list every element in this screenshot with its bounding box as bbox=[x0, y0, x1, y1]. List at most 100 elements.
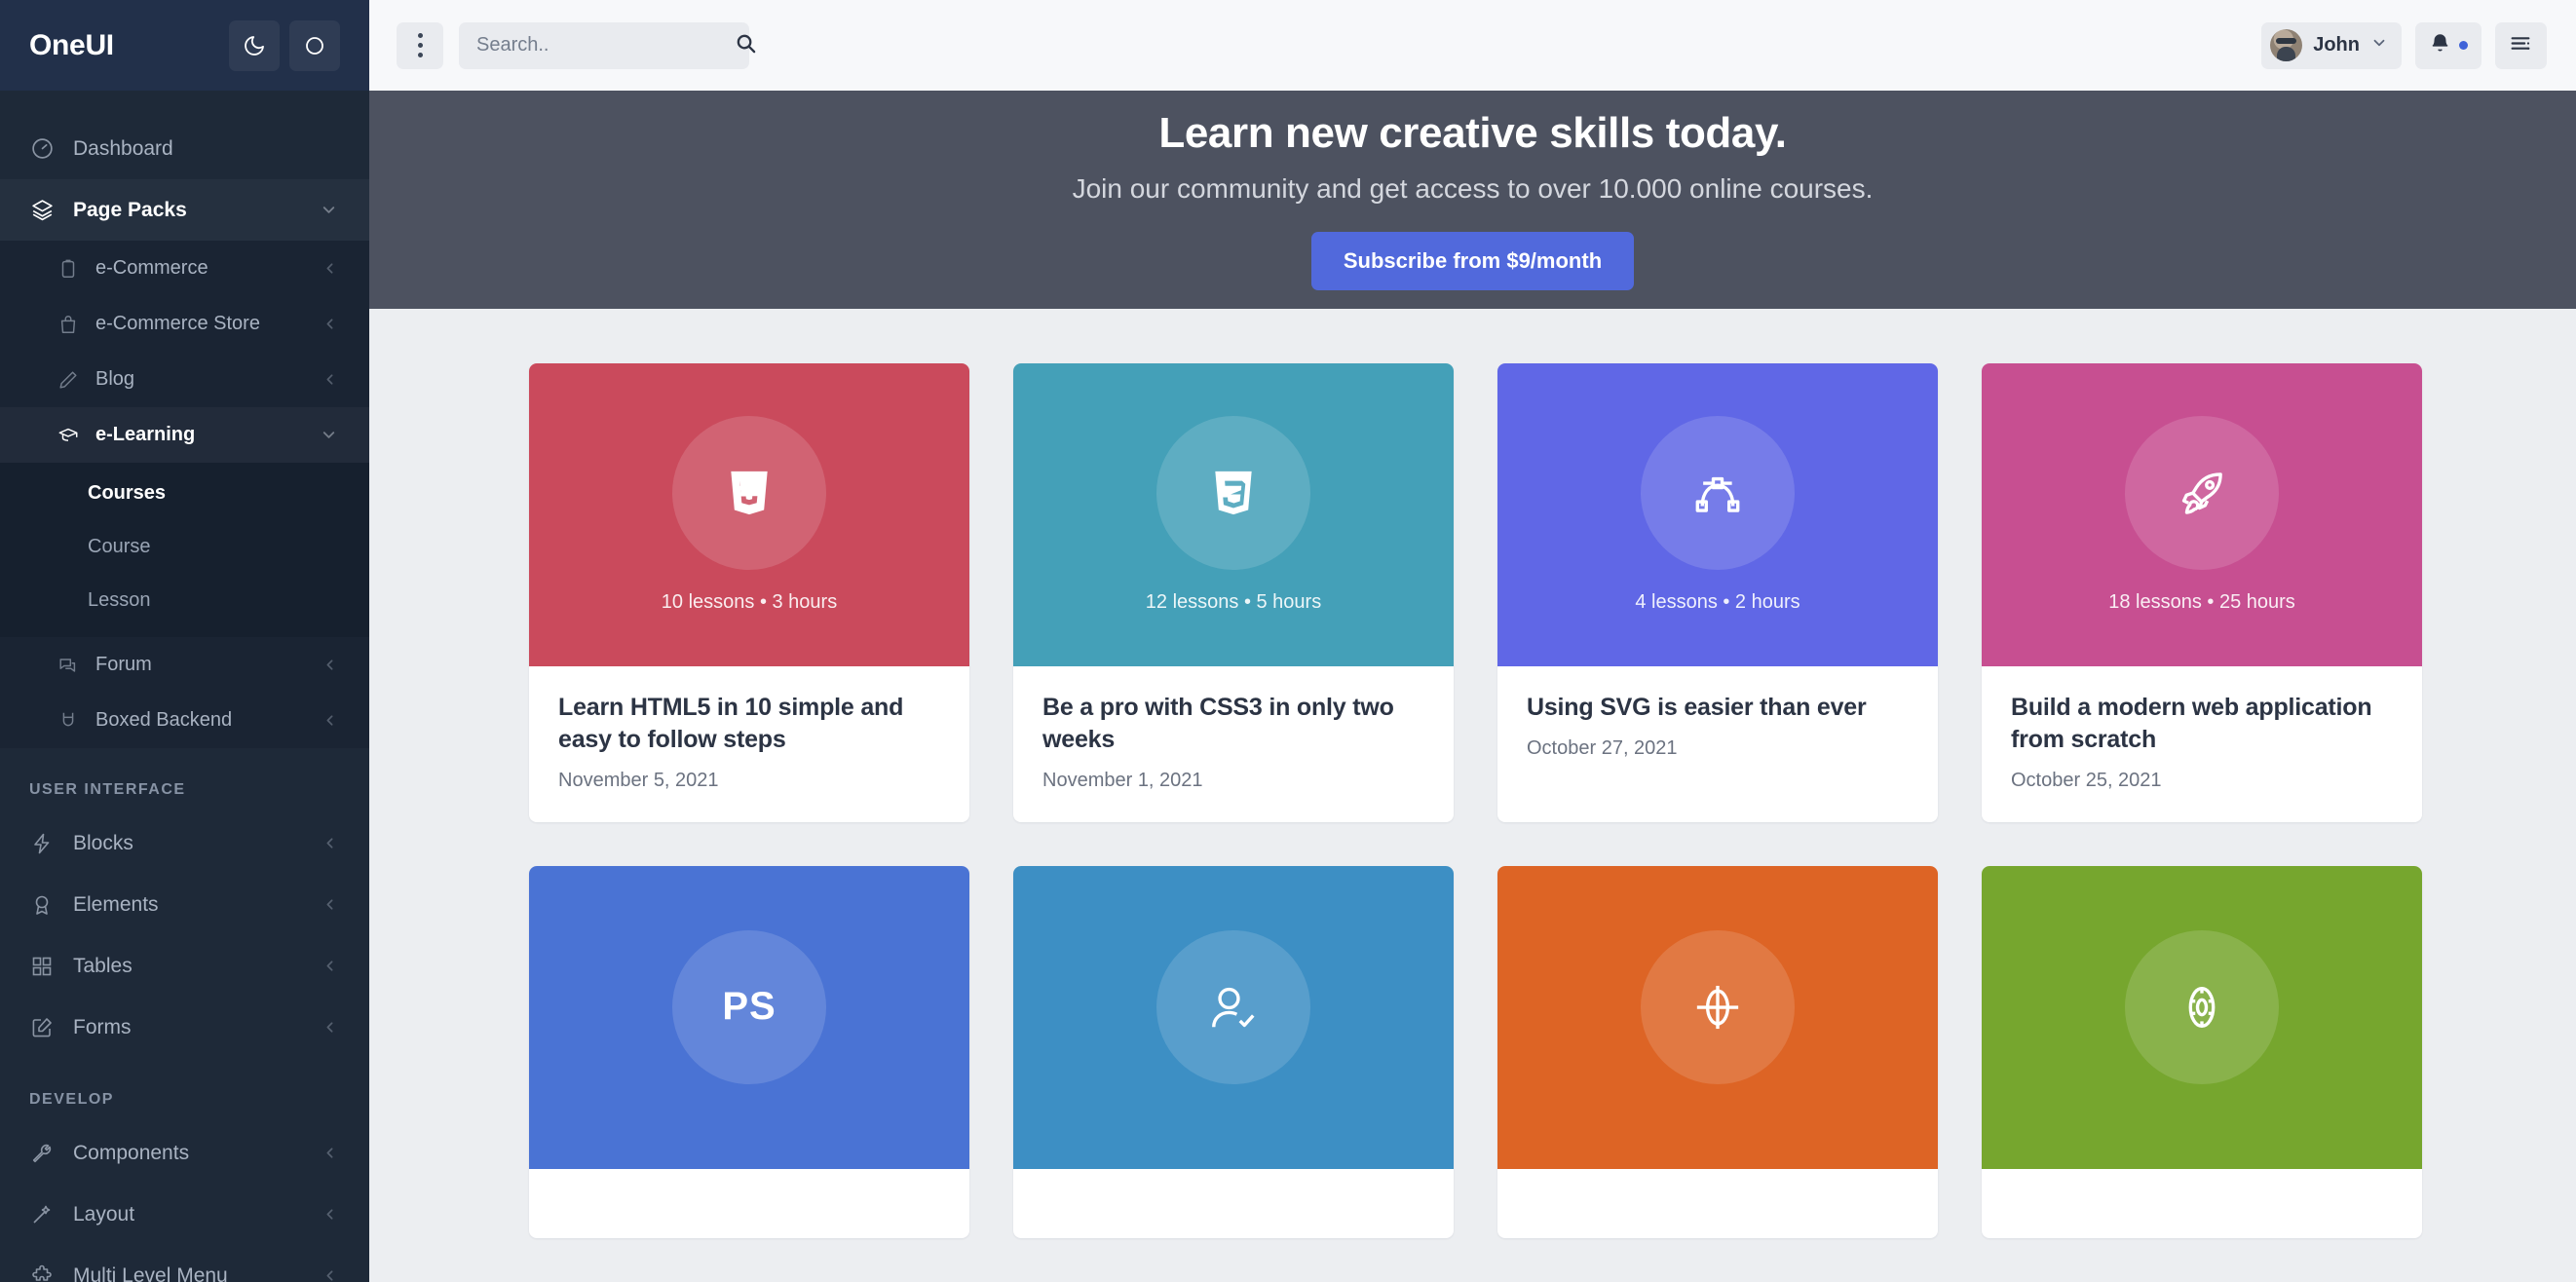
avatar bbox=[2270, 29, 2303, 61]
course-date: October 27, 2021 bbox=[1527, 737, 1678, 759]
course-card[interactable]: 4 lessons • 2 hours Using SVG is easier … bbox=[1497, 363, 1938, 822]
graduation-cap-icon bbox=[57, 424, 79, 446]
sidebar-item-lesson[interactable]: Lesson bbox=[0, 574, 369, 627]
puzzle-icon bbox=[29, 1263, 55, 1282]
course-card-media bbox=[1982, 866, 2422, 1169]
course-card-body: Be a pro with CSS3 in only two weeks Nov… bbox=[1013, 666, 1454, 822]
moon-icon bbox=[243, 34, 266, 57]
sidebar-item-elements[interactable]: Elements bbox=[0, 874, 369, 935]
css3-shield-icon bbox=[1206, 466, 1261, 520]
chevron-left-icon bbox=[322, 835, 338, 851]
course-icon-badge: PS bbox=[672, 929, 826, 1084]
hero-banner: Learn new creative skills today. Join ou… bbox=[369, 91, 2576, 309]
kebab-icon bbox=[417, 31, 423, 60]
sidebar: OneUI Dashboard Page Packs e-Commerce e-… bbox=[0, 0, 369, 1282]
sidebar-section-develop: DEVELOP bbox=[29, 1091, 114, 1108]
course-meta: 4 lessons • 2 hours bbox=[1635, 591, 1800, 613]
sidebar-item-multi-level-menu[interactable]: Multi Level Menu bbox=[0, 1245, 369, 1282]
course-title: Be a pro with CSS3 in only two weeks bbox=[1042, 694, 1394, 753]
sidebar-item-dashboard[interactable]: Dashboard bbox=[0, 118, 369, 179]
course-card[interactable]: 12 lessons • 5 hours Be a pro with CSS3 … bbox=[1013, 363, 1454, 822]
sidebar-item-label: Blocks bbox=[73, 831, 133, 854]
sidebar-item-label: Lesson bbox=[88, 589, 151, 611]
sidebar-item-e-commerce-store[interactable]: e-Commerce Store bbox=[0, 296, 369, 352]
course-card-body: Build a modern web application from scra… bbox=[1982, 666, 2422, 822]
course-meta: 10 lessons • 3 hours bbox=[661, 591, 838, 613]
sidebar-item-label: e-Commerce Store bbox=[95, 313, 260, 334]
clipboard-icon bbox=[57, 257, 79, 280]
grid-icon bbox=[29, 954, 55, 979]
chevron-left-icon bbox=[322, 371, 338, 388]
sidebar-item-page-packs[interactable]: Page Packs bbox=[0, 179, 369, 241]
user-check-icon bbox=[1207, 981, 1260, 1034]
course-card-body: Using SVG is easier than ever October 27… bbox=[1497, 666, 1938, 790]
sidebar-item-label: Boxed Backend bbox=[95, 709, 233, 731]
search-icon[interactable] bbox=[735, 32, 757, 59]
subscribe-button[interactable]: Subscribe from $9/month bbox=[1310, 232, 1635, 290]
course-icon-badge bbox=[1156, 416, 1310, 570]
sidebar-header: OneUI bbox=[0, 0, 369, 91]
course-card-media bbox=[1497, 866, 1938, 1169]
course-card[interactable] bbox=[1013, 866, 1454, 1238]
magnet-icon bbox=[57, 709, 79, 732]
course-card[interactable] bbox=[1497, 866, 1938, 1238]
course-card-body bbox=[1497, 1169, 1938, 1238]
wrench-icon bbox=[29, 1141, 55, 1166]
course-card-media: 18 lessons • 25 hours bbox=[1982, 363, 2422, 666]
course-card[interactable]: PS bbox=[529, 866, 969, 1238]
course-icon-badge bbox=[2125, 416, 2279, 570]
sidebar-item-label: Multi Level Menu bbox=[73, 1263, 228, 1282]
side-overlay-button[interactable] bbox=[2495, 21, 2547, 69]
sidebar-item-tables[interactable]: Tables bbox=[0, 935, 369, 997]
lifebuoy-icon bbox=[2176, 981, 2228, 1034]
course-card-body bbox=[529, 1169, 969, 1238]
notification-badge bbox=[2459, 41, 2468, 50]
sidebar-item-e-learning[interactable]: e-Learning bbox=[0, 407, 369, 463]
bolt-icon bbox=[29, 831, 55, 856]
speedometer-icon bbox=[29, 136, 55, 162]
sidebar-item-components[interactable]: Components bbox=[0, 1122, 369, 1184]
sidebar-item-forum[interactable]: Forum bbox=[0, 637, 369, 693]
chevron-left-icon bbox=[322, 712, 338, 729]
chat-bubbles-icon bbox=[57, 654, 79, 676]
sidebar-item-blog[interactable]: Blog bbox=[0, 352, 369, 407]
sidebar-item-blocks[interactable]: Blocks bbox=[0, 812, 369, 874]
sidebar-item-label: e-Commerce bbox=[95, 257, 208, 279]
chevron-left-icon bbox=[322, 260, 338, 277]
photoshop-icon: PS bbox=[722, 985, 777, 1028]
sidebar-item-course[interactable]: Course bbox=[0, 520, 369, 574]
sidebar-item-label: Blog bbox=[95, 368, 135, 390]
top-bar: John bbox=[369, 0, 2576, 91]
sidebar-item-courses[interactable]: Courses bbox=[0, 467, 369, 520]
search-input[interactable] bbox=[476, 34, 735, 57]
chevron-left-icon bbox=[322, 1145, 338, 1161]
course-meta: 18 lessons • 25 hours bbox=[2108, 591, 2295, 613]
sidebar-item-forms[interactable]: Forms bbox=[0, 997, 369, 1058]
magic-wand-icon bbox=[29, 1202, 55, 1227]
search-box[interactable] bbox=[459, 21, 756, 69]
brand-logo[interactable]: OneUI bbox=[29, 29, 219, 62]
sidebar-nav: Dashboard Page Packs e-Commerce e-Commer… bbox=[0, 91, 369, 1282]
bag-icon bbox=[57, 313, 79, 335]
user-name: John bbox=[2313, 34, 2360, 56]
course-card[interactable]: 18 lessons • 25 hours Build a modern web… bbox=[1982, 363, 2422, 822]
theme-color-toggle[interactable] bbox=[289, 19, 340, 71]
sidebar-item-e-commerce[interactable]: e-Commerce bbox=[0, 241, 369, 296]
course-date: November 1, 2021 bbox=[1042, 770, 1203, 791]
course-icon-badge bbox=[2125, 929, 2279, 1084]
course-card-body bbox=[1013, 1169, 1454, 1238]
notifications-button[interactable] bbox=[2415, 21, 2481, 69]
sidebar-item-label: Elements bbox=[73, 892, 159, 916]
sidebar-item-label: e-Learning bbox=[95, 424, 196, 445]
dark-mode-toggle[interactable] bbox=[229, 19, 280, 71]
sidebar-item-layout[interactable]: Layout bbox=[0, 1184, 369, 1245]
options-menu-button[interactable] bbox=[397, 21, 443, 69]
course-card-body: Learn HTML5 in 10 simple and easy to fol… bbox=[529, 666, 969, 822]
sidebar-item-boxed-backend[interactable]: Boxed Backend bbox=[0, 693, 369, 748]
chevron-left-icon bbox=[322, 896, 338, 913]
chevron-down-icon bbox=[320, 426, 338, 444]
course-card[interactable] bbox=[1982, 866, 2422, 1238]
course-card[interactable]: 10 lessons • 3 hours Learn HTML5 in 10 s… bbox=[529, 363, 969, 822]
sidebar-item-label: Course bbox=[88, 536, 151, 557]
user-menu-button[interactable]: John bbox=[2261, 21, 2402, 69]
